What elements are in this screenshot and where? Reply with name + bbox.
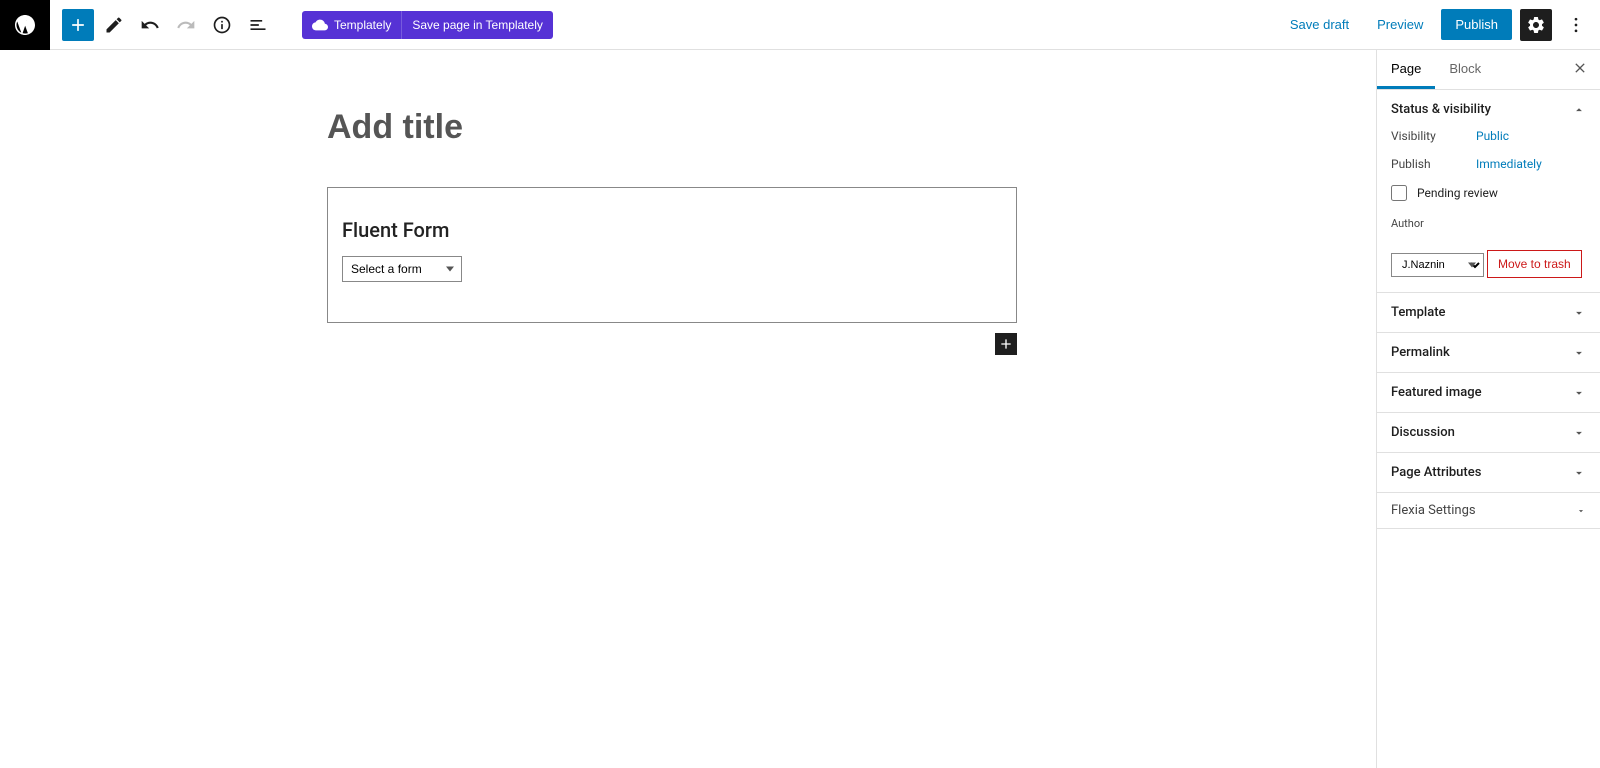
panel-discussion-label: Discussion [1391,425,1455,440]
author-select[interactable]: J.Naznin [1391,253,1484,277]
author-label: Author [1391,217,1586,230]
panel-page-attributes-label: Page Attributes [1391,465,1481,480]
undo-button[interactable] [134,9,166,41]
append-block-button[interactable] [995,333,1017,355]
publish-label: Publish [1391,157,1476,171]
move-to-trash-button[interactable]: Move to trash [1487,250,1582,278]
pending-review-label: Pending review [1417,186,1498,200]
save-in-templately-button[interactable]: Save page in Templately [402,11,553,39]
templately-cloud-icon [312,17,328,33]
save-in-templately-label: Save page in Templately [412,18,543,32]
chevron-up-icon [1572,103,1586,117]
panel-featured-image-label: Featured image [1391,385,1482,400]
pending-review-checkbox[interactable] [1391,185,1407,201]
block-heading: Fluent Form [342,218,1002,242]
plus-icon [998,336,1014,352]
add-block-toggle-button[interactable] [62,9,94,41]
templately-button[interactable]: Templately [302,11,402,39]
fluent-form-block[interactable]: Fluent Form Select a form [327,187,1017,323]
publish-button[interactable]: Publish [1441,9,1512,40]
post-title-input[interactable] [327,100,1017,155]
wordpress-logo[interactable] [0,0,50,50]
info-button[interactable] [206,9,238,41]
settings-toggle-button[interactable] [1520,9,1552,41]
panel-discussion-header[interactable]: Discussion [1377,413,1600,452]
panel-permalink-label: Permalink [1391,345,1450,360]
chevron-down-icon [1572,306,1586,320]
panel-status-visibility-header[interactable]: Status & visibility [1377,90,1600,129]
panel-flexia-label: Flexia Settings [1391,503,1476,518]
triangle-down-icon [1576,506,1586,516]
chevron-down-icon [1572,466,1586,480]
preview-button[interactable]: Preview [1367,11,1433,38]
close-sidebar-button[interactable] [1560,60,1600,80]
templately-label: Templately [334,18,391,32]
publish-value[interactable]: Immediately [1476,157,1542,171]
panel-flexia-header[interactable]: Flexia Settings [1377,493,1600,529]
close-icon [1572,60,1588,76]
panel-page-attributes-header[interactable]: Page Attributes [1377,453,1600,492]
redo-button [170,9,202,41]
panel-template-label: Template [1391,305,1446,320]
save-draft-button[interactable]: Save draft [1280,11,1359,38]
panel-status-visibility-label: Status & visibility [1391,102,1491,117]
chevron-down-icon [1572,346,1586,360]
settings-sidebar: Page Block Status & visibility Visibilit… [1376,50,1600,768]
editor-canvas[interactable]: Fluent Form Select a form [0,50,1376,768]
panel-featured-image-header[interactable]: Featured image [1377,373,1600,412]
form-select[interactable]: Select a form [342,256,462,282]
tab-page[interactable]: Page [1377,50,1435,89]
tools-button[interactable] [98,9,130,41]
panel-permalink-header[interactable]: Permalink [1377,333,1600,372]
visibility-value[interactable]: Public [1476,129,1509,143]
outline-button[interactable] [242,9,274,41]
tab-block[interactable]: Block [1435,50,1495,89]
chevron-down-icon [1572,426,1586,440]
panel-template-header[interactable]: Template [1377,293,1600,332]
chevron-down-icon [1572,386,1586,400]
visibility-label: Visibility [1391,129,1476,143]
more-menu-button[interactable] [1560,9,1592,41]
